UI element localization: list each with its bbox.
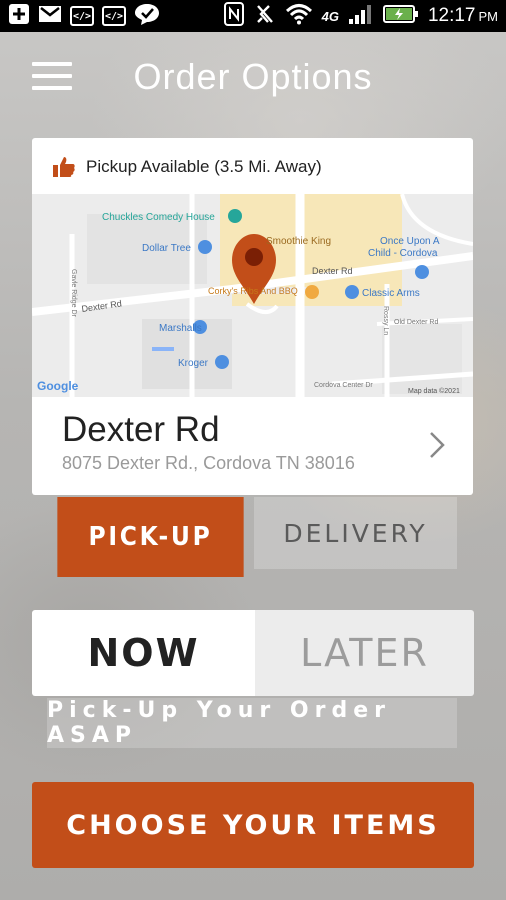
location-address: 8075 Dexter Rd., Cordova TN 38016 bbox=[62, 453, 355, 473]
later-tab[interactable]: LATER bbox=[255, 610, 474, 696]
map-label-child2: Child - Cordova bbox=[368, 248, 438, 259]
status-bar: </> </> 4G 12:17 PM bbox=[0, 0, 506, 32]
clock-time: 12:17 bbox=[427, 5, 476, 26]
thumbs-up-icon bbox=[52, 156, 76, 178]
wifi-icon bbox=[285, 3, 313, 30]
map-label-corkys: Corky's Ribs And BBQ bbox=[208, 286, 298, 296]
delivery-tab[interactable]: DELIVERY bbox=[254, 497, 457, 569]
chat-check-icon bbox=[134, 2, 160, 31]
now-tab[interactable]: NOW bbox=[32, 610, 255, 696]
plus-box-icon bbox=[8, 3, 30, 30]
chevron-right-icon[interactable] bbox=[429, 431, 445, 464]
nfc-icon bbox=[223, 1, 245, 31]
location-name: Dexter Rd bbox=[62, 410, 220, 449]
clock: 12:17 PM bbox=[428, 5, 498, 27]
clock-ampm: PM bbox=[478, 9, 499, 24]
map-copyright: Map data ©2021 bbox=[408, 387, 460, 395]
order-type-toggle: PICK-UP DELIVERY bbox=[47, 497, 457, 577]
code-icon: </> bbox=[70, 6, 94, 26]
timing-note: Pick-Up Your Order ASAP bbox=[47, 698, 457, 748]
signal-icon bbox=[348, 3, 374, 30]
choose-items-button[interactable]: CHOOSE YOUR ITEMS bbox=[32, 782, 474, 868]
map-label-kroger: Kroger bbox=[178, 358, 209, 369]
code-icon: </> bbox=[102, 6, 126, 26]
map-label-old-dexter: Old Dexter Rd bbox=[394, 319, 438, 326]
map-label-marshalls: Marshalls bbox=[159, 323, 202, 334]
map-label-child: Once Upon A bbox=[380, 236, 440, 247]
battery-icon bbox=[382, 4, 419, 29]
pickup-tab[interactable]: PICK-UP bbox=[57, 497, 244, 577]
map-label-comedy: Chuckles Comedy House bbox=[102, 212, 215, 223]
google-logo: Google bbox=[37, 379, 79, 393]
map-label-rossy: Rossy Ln bbox=[382, 306, 389, 335]
location-map[interactable]: Chuckles Comedy House Dollar Tree Smooth… bbox=[32, 194, 473, 397]
mute-icon bbox=[254, 3, 276, 30]
map-label-gavle: Gavle Ridge Dr bbox=[70, 269, 77, 318]
pickup-availability: Pickup Available (3.5 Mi. Away) bbox=[52, 156, 322, 178]
map-label-dexter-right: Dexter Rd bbox=[312, 266, 353, 276]
availability-text: Pickup Available (3.5 Mi. Away) bbox=[86, 157, 322, 176]
map-label-dollar-tree: Dollar Tree bbox=[142, 243, 191, 254]
location-card[interactable]: Pickup Available (3.5 Mi. Away) Chuckles… bbox=[32, 138, 473, 495]
timing-toggle: NOW LATER bbox=[32, 610, 474, 696]
gmail-icon bbox=[38, 4, 62, 29]
page-title: Order Options bbox=[133, 56, 373, 97]
map-label-cordova-center: Cordova Center Dr bbox=[314, 382, 373, 389]
map-label-smoothie: Smoothie King bbox=[266, 236, 331, 247]
map-label-classic: Classic Arms bbox=[362, 288, 420, 299]
network-type-label: 4G bbox=[321, 8, 339, 24]
